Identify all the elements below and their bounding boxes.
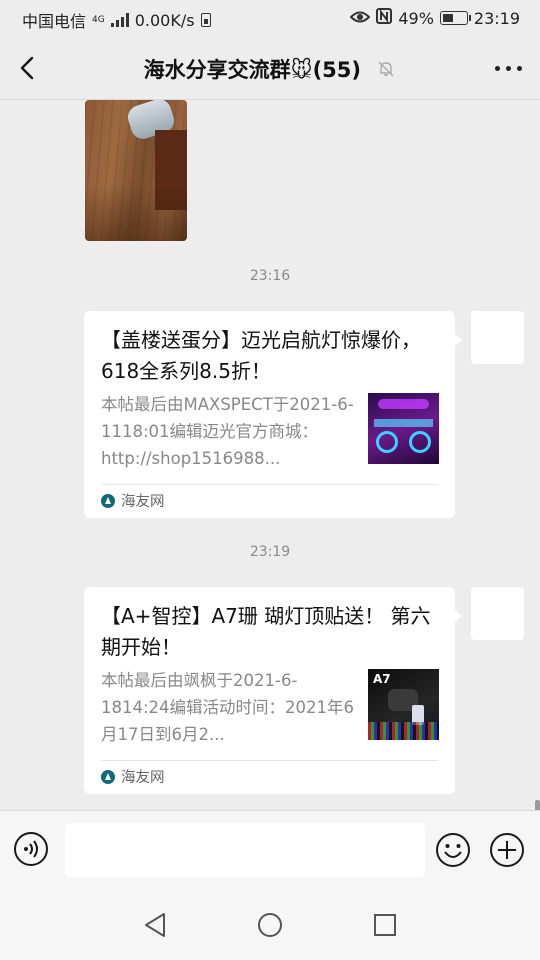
- battery-icon: [439, 11, 471, 25]
- avatar[interactable]: [471, 311, 524, 364]
- message-timestamp: 23:19: [249, 544, 291, 560]
- nav-home-icon: [258, 913, 282, 937]
- link-card[interactable]: 【盖楼送蛋分】迈光启航灯惊爆价，618全系列8.5折！ 本帖最后由MAXSPEC…: [84, 311, 462, 518]
- plus-icon: [490, 833, 524, 867]
- chat-image[interactable]: [85, 100, 187, 241]
- link-card-title: 【A+智控】A7珊 瑚灯顶贴送！ 第六期开始！: [101, 604, 431, 659]
- nav-recent-icon: [374, 914, 396, 936]
- chat-area[interactable]: 23:16 【盖楼送蛋分】迈光启航灯惊爆价，618全系列8.5折！ 本帖最后由M…: [0, 100, 540, 810]
- nfc-icon: [376, 8, 393, 28]
- link-card[interactable]: 【A+智控】A7珊 瑚灯顶贴送！ 第六期开始！ 本帖最后由飒枫于2021-6-1…: [84, 587, 462, 794]
- more-icon: [494, 65, 500, 71]
- link-card-title: 【盖楼送蛋分】迈光启航灯惊爆价，618全系列8.5折！: [101, 328, 421, 383]
- avatar[interactable]: [471, 587, 524, 640]
- voice-icon: [24, 840, 38, 858]
- link-card-description: 本帖最后由飒枫于2021-6-1814:24编辑活动时间：2021年6月17日到…: [101, 671, 355, 744]
- divider: [101, 484, 438, 485]
- input-bar: [0, 810, 540, 888]
- more-button[interactable]: [490, 56, 526, 80]
- nav-back-button[interactable]: [140, 910, 170, 940]
- battery-percent: 49%: [398, 8, 434, 28]
- emoji-icon: [436, 833, 470, 867]
- source-name: 海友网: [121, 770, 165, 786]
- signal-icon: [110, 13, 129, 27]
- eye-icon: [349, 9, 371, 28]
- chat-header: 海水分享交流群🐭(55): [0, 36, 540, 100]
- link-card-thumbnail: [368, 393, 439, 464]
- link-card-thumbnail: A7: [368, 669, 439, 740]
- battery-fill: [442, 14, 453, 22]
- nav-home-button[interactable]: [256, 911, 284, 939]
- status-left: 中国电信 4G 0.00K/s: [22, 8, 211, 32]
- source-logo-icon: [101, 769, 115, 784]
- carrier-label: 中国电信: [22, 12, 87, 31]
- emoji-button[interactable]: [435, 832, 471, 868]
- message-input[interactable]: [65, 823, 425, 877]
- link-card-source: 海友网: [101, 490, 165, 511]
- link-card-description: 本帖最后由MAXSPECT于2021-6-1118:01编辑迈光官方商城：htt…: [101, 395, 354, 468]
- source-name: 海友网: [121, 494, 165, 510]
- nav-recent-button[interactable]: [372, 912, 398, 938]
- divider: [101, 760, 438, 761]
- voice-button[interactable]: [14, 832, 48, 866]
- plus-button[interactable]: [489, 832, 525, 868]
- message-timestamp: 23:16: [249, 268, 291, 284]
- battery-saver-icon: [200, 13, 211, 27]
- network-speed: 0.00K/s: [134, 10, 195, 30]
- scrollbar[interactable]: [535, 800, 540, 810]
- network-label: 4G: [92, 14, 105, 25]
- thumbnail-label: A7: [373, 672, 391, 686]
- clock: 23:19: [473, 8, 520, 28]
- system-nav-bar: [0, 888, 540, 960]
- chat-title-wrap[interactable]: 海水分享交流群🐭(55): [0, 54, 540, 84]
- nav-back-icon: [145, 913, 165, 937]
- source-logo-icon: [101, 493, 115, 508]
- link-card-source: 海友网: [101, 766, 165, 787]
- chat-title: 海水分享交流群🐭(55): [143, 58, 361, 82]
- status-right: 49% 23:19: [349, 8, 520, 28]
- mute-bell-icon: [376, 59, 396, 84]
- status-bar: 中国电信 4G 0.00K/s 49% 23:19: [0, 0, 540, 36]
